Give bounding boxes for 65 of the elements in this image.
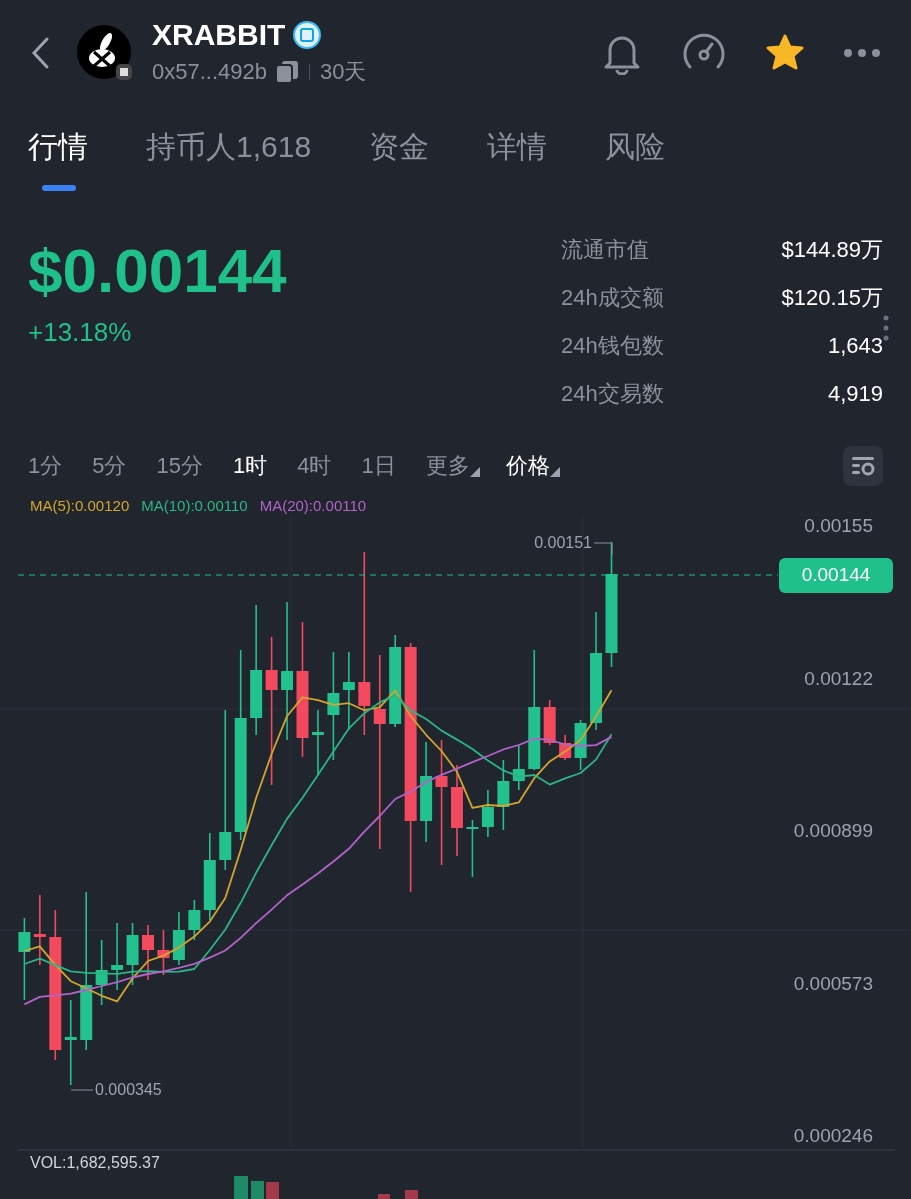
stat-value: $120.15万	[781, 283, 883, 312]
leader-line	[70, 1089, 94, 1091]
stat-label: 24h钱包数	[561, 331, 664, 360]
timeframe-option[interactable]: 更多	[425, 451, 470, 481]
chart-settings-button[interactable]	[843, 446, 883, 486]
candlestick	[95, 939, 108, 1006]
stat-value: $144.89万	[781, 235, 883, 264]
stat-label: 流通市值	[561, 235, 649, 264]
vertical-more-icon[interactable]	[882, 314, 890, 342]
timeframe-option[interactable]: 1时	[233, 451, 268, 481]
volume-label: VOL:1,682,595.37	[30, 1153, 160, 1173]
moving-average-label: MA(5):0.00120	[30, 495, 130, 516]
current-price-tag: 0.00144	[779, 558, 893, 593]
tab[interactable]: 资金	[369, 127, 430, 193]
price-change: +13.18%	[28, 316, 133, 349]
candlestick	[157, 929, 170, 976]
high-price-label: 0.00151	[534, 533, 592, 553]
stat-value: 4,919	[827, 379, 883, 408]
copy-icon[interactable]	[275, 59, 299, 84]
tab[interactable]: 详情	[487, 127, 548, 193]
contract-address: 0x57...492b	[152, 58, 267, 86]
timeframe-option[interactable]: 1分	[28, 451, 63, 481]
timeframe-option[interactable]: 5分	[92, 451, 127, 481]
price-axis-label: 0.000899	[793, 819, 873, 843]
token-avatar-icon	[76, 23, 134, 82]
moving-average-label: MA(10):0.00110	[141, 495, 248, 516]
candlestick	[142, 924, 154, 981]
stat-label: 24h成交额	[561, 283, 664, 312]
tab[interactable]: 行情	[28, 127, 88, 193]
candlestick	[543, 699, 556, 746]
verified-badge-icon	[293, 21, 322, 49]
stat-label: 24h交易数	[561, 379, 664, 408]
token-title: XRABBIT	[152, 17, 286, 53]
low-price-label: 0.000345	[95, 1080, 162, 1100]
token-age: 30天	[320, 58, 367, 86]
timeframe-option[interactable]: 15分	[156, 451, 203, 481]
more-icon[interactable]	[843, 47, 881, 58]
candlestick	[559, 734, 572, 761]
candlestick	[311, 709, 324, 776]
candlestick	[481, 789, 494, 838]
candlestick	[111, 922, 124, 991]
price-axis-label: 0.00122	[804, 667, 873, 691]
candlestick	[497, 759, 510, 831]
price-axis-label: 0.00155	[804, 514, 873, 538]
price-axis-label: 0.000573	[793, 972, 873, 996]
candlestick	[188, 899, 201, 941]
settings-icon	[850, 454, 876, 478]
timeframe-option[interactable]: 1日	[361, 451, 396, 481]
candlestick	[574, 719, 587, 771]
stat-value: 1,643	[827, 331, 883, 360]
tab[interactable]: 风险	[605, 127, 666, 193]
candlestick	[466, 819, 479, 878]
candlestick	[33, 894, 46, 966]
candlestick	[512, 744, 525, 791]
dropdown-triangle-icon	[549, 467, 560, 477]
timeframe-option[interactable]: 价格	[505, 451, 550, 481]
current-price: $0.00144	[28, 235, 287, 307]
moving-average-label: MA(20):0.00110	[259, 495, 367, 516]
leader-line	[593, 542, 613, 556]
dropdown-triangle-icon	[469, 467, 480, 477]
candlestick	[126, 922, 139, 986]
tab[interactable]: 持币人1,618	[146, 127, 312, 193]
timeframe-option[interactable]: 4时	[297, 451, 332, 481]
candlestick	[172, 911, 185, 966]
price-axis-label: 0.000246	[793, 1124, 873, 1148]
